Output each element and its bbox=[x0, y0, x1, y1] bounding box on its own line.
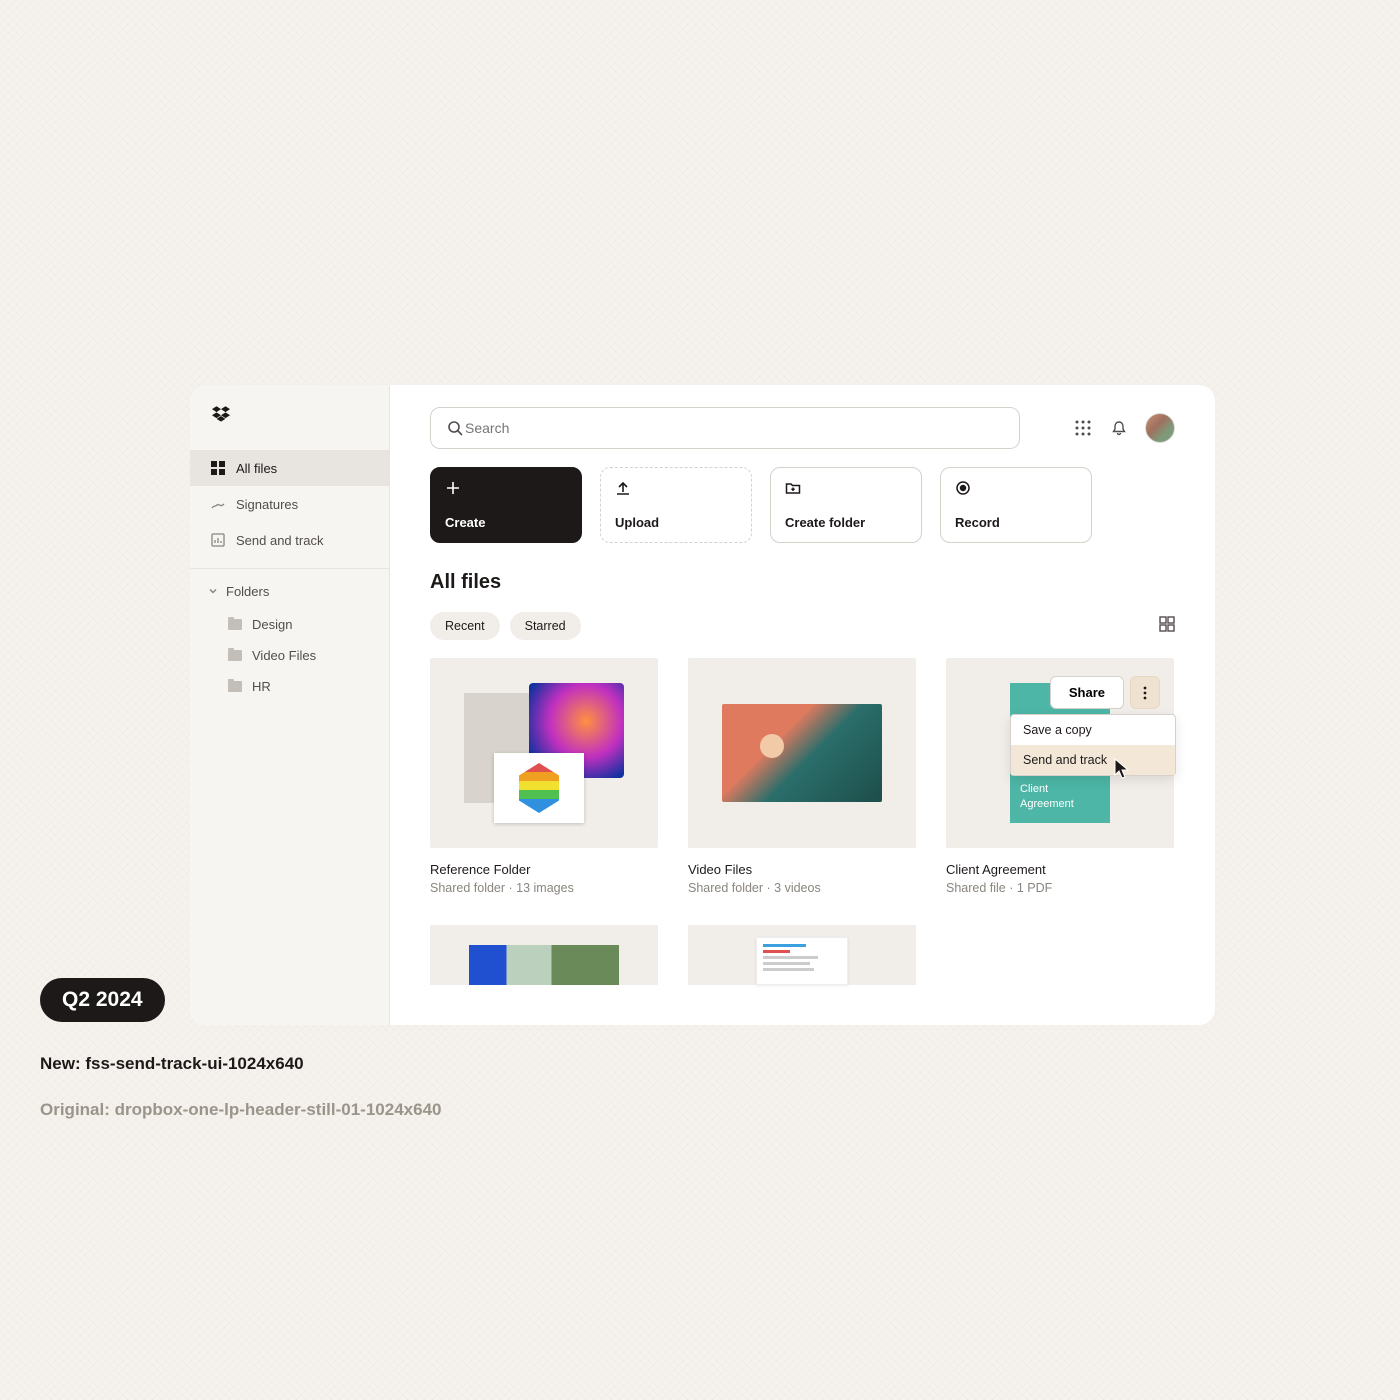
dots-vertical-icon bbox=[1143, 686, 1147, 700]
caption-new: New: fss-send-track-ui-1024x640 bbox=[40, 1054, 441, 1074]
nav-all-files[interactable]: All files bbox=[190, 450, 389, 486]
action-label: Upload bbox=[615, 515, 737, 530]
create-button[interactable]: Create bbox=[430, 467, 582, 543]
action-label: Create folder bbox=[785, 515, 907, 530]
folder-icon bbox=[228, 619, 242, 630]
avatar[interactable] bbox=[1145, 413, 1175, 443]
record-icon bbox=[955, 480, 973, 498]
action-label: Create bbox=[445, 515, 567, 530]
upload-button[interactable]: Upload bbox=[600, 467, 752, 543]
chart-icon bbox=[210, 532, 226, 548]
action-label: Record bbox=[955, 515, 1077, 530]
file-card-reference-folder[interactable]: Reference Folder Shared folder · 13 imag… bbox=[430, 658, 658, 895]
folder-label: HR bbox=[252, 679, 271, 694]
thumbnail bbox=[430, 658, 658, 848]
main-area: Create Upload Create folder Record bbox=[390, 385, 1215, 1025]
menu-save-copy[interactable]: Save a copy bbox=[1011, 715, 1175, 745]
file-card-partial-2[interactable] bbox=[688, 925, 916, 985]
folders-toggle[interactable]: Folders bbox=[190, 574, 389, 609]
bell-icon[interactable] bbox=[1109, 418, 1129, 438]
folders-header-label: Folders bbox=[226, 584, 269, 599]
section-title: All files bbox=[430, 571, 1175, 594]
quarter-badge: Q2 2024 bbox=[40, 978, 165, 1022]
doc-line: Client bbox=[1020, 782, 1100, 796]
menu-send-and-track[interactable]: Send and track bbox=[1011, 745, 1175, 775]
folder-design[interactable]: Design bbox=[190, 609, 389, 640]
thumbnail bbox=[688, 925, 916, 985]
search-box[interactable] bbox=[430, 407, 1020, 449]
action-row: Create Upload Create folder Record bbox=[430, 467, 1175, 543]
nav-label: Signatures bbox=[236, 497, 298, 512]
thumbnail bbox=[688, 658, 916, 848]
doc-line: Agreement bbox=[1020, 797, 1100, 811]
share-button[interactable]: Share bbox=[1050, 676, 1124, 709]
file-card-client-agreement[interactable]: Client Agreement Share Save a copy Send … bbox=[946, 658, 1174, 895]
thumbnail bbox=[430, 925, 658, 985]
folder-label: Video Files bbox=[252, 648, 316, 663]
folder-hr[interactable]: HR bbox=[190, 671, 389, 702]
file-card-partial-1[interactable] bbox=[430, 925, 658, 985]
nav-label: Send and track bbox=[236, 533, 323, 548]
thumbnail: Client Agreement Share Save a copy Send … bbox=[946, 658, 1174, 848]
share-overlay: Share bbox=[1050, 676, 1160, 709]
sidebar-divider bbox=[190, 568, 389, 569]
more-button[interactable] bbox=[1130, 676, 1160, 709]
file-title: Client Agreement bbox=[946, 862, 1174, 877]
create-folder-button[interactable]: Create folder bbox=[770, 467, 922, 543]
search-icon bbox=[445, 418, 465, 438]
record-button[interactable]: Record bbox=[940, 467, 1092, 543]
sidebar: All files Signatures Send and track Fold… bbox=[190, 385, 390, 1025]
dropbox-logo[interactable] bbox=[190, 405, 389, 450]
folder-label: Design bbox=[252, 617, 292, 632]
file-meta: Shared folder · 13 images bbox=[430, 881, 658, 895]
file-card-video-files[interactable]: Video Files Shared folder · 3 videos bbox=[688, 658, 916, 895]
folder-video-files[interactable]: Video Files bbox=[190, 640, 389, 671]
nav-send-track[interactable]: Send and track bbox=[190, 522, 389, 558]
cursor-icon bbox=[1114, 758, 1132, 780]
apps-grid-icon[interactable] bbox=[1073, 418, 1093, 438]
plus-icon bbox=[445, 480, 463, 498]
signature-icon bbox=[210, 496, 226, 512]
filter-starred[interactable]: Starred bbox=[510, 612, 581, 640]
folder-plus-icon bbox=[785, 480, 803, 498]
file-title: Reference Folder bbox=[430, 862, 658, 877]
nav-label: All files bbox=[236, 461, 277, 476]
filter-row: Recent Starred bbox=[430, 612, 1175, 640]
view-grid-icon[interactable] bbox=[1159, 616, 1175, 637]
app-window: All files Signatures Send and track Fold… bbox=[190, 385, 1215, 1025]
grid-small-icon bbox=[210, 460, 226, 476]
upload-icon bbox=[615, 480, 633, 498]
file-grid: Reference Folder Shared folder · 13 imag… bbox=[430, 658, 1175, 985]
topbar bbox=[430, 407, 1175, 449]
search-input[interactable] bbox=[465, 420, 1005, 436]
caption-block: Q2 2024 New: fss-send-track-ui-1024x640 … bbox=[40, 978, 441, 1120]
caption-original: Original: dropbox-one-lp-header-still-01… bbox=[40, 1100, 441, 1120]
nav-signatures[interactable]: Signatures bbox=[190, 486, 389, 522]
file-meta: Shared file · 1 PDF bbox=[946, 881, 1174, 895]
file-meta: Shared folder · 3 videos bbox=[688, 881, 916, 895]
folder-icon bbox=[228, 681, 242, 692]
folder-icon bbox=[228, 650, 242, 661]
file-title: Video Files bbox=[688, 862, 916, 877]
filter-recent[interactable]: Recent bbox=[430, 612, 500, 640]
chevron-down-icon bbox=[208, 584, 218, 599]
context-menu: Save a copy Send and track bbox=[1010, 714, 1176, 776]
